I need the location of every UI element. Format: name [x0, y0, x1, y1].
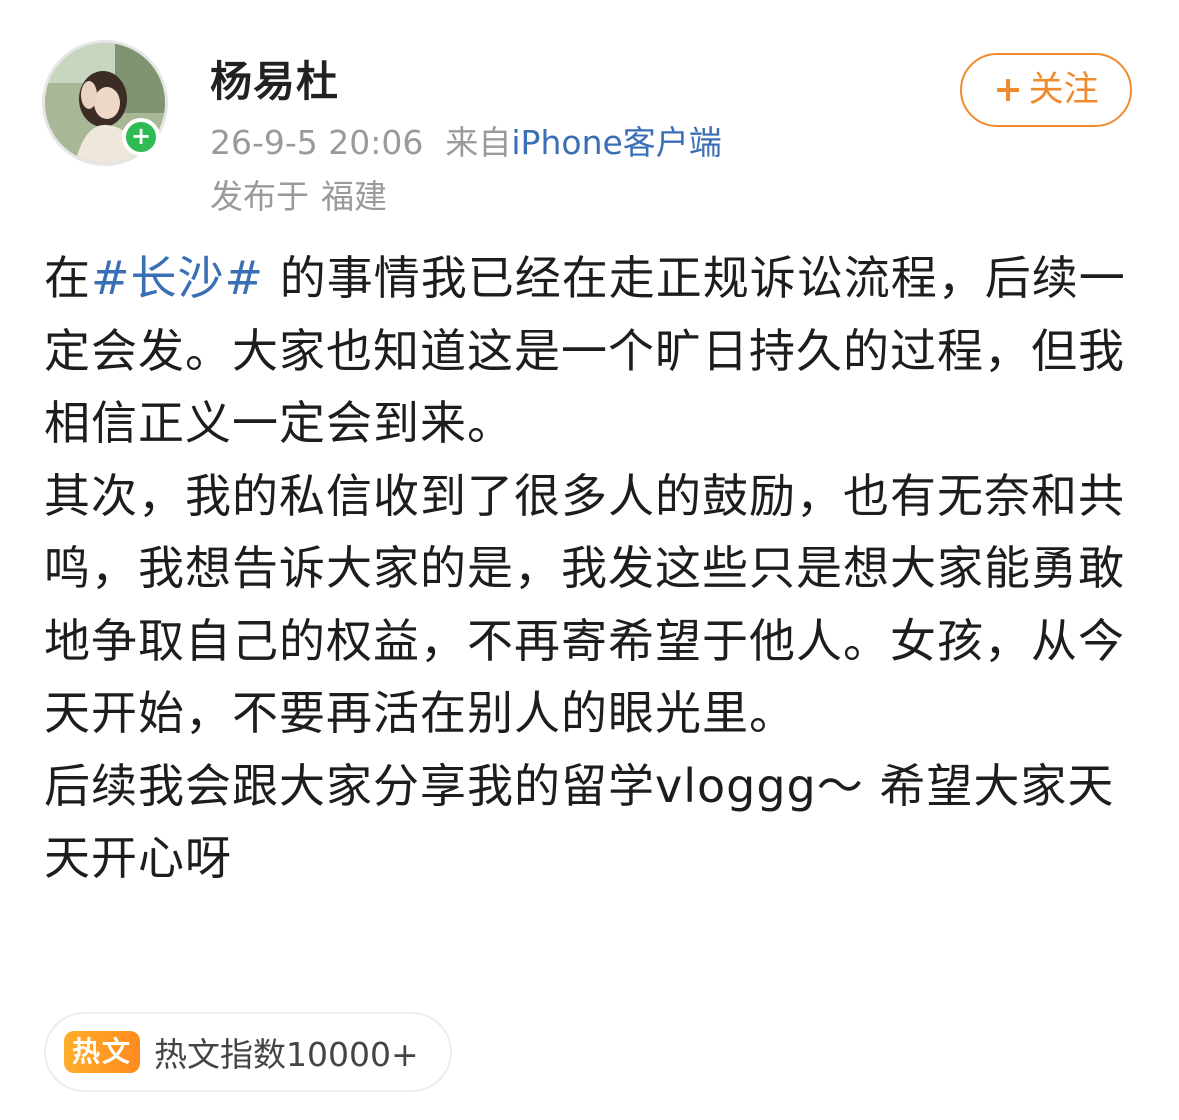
source-link[interactable]: iPhone客户端 — [511, 123, 721, 162]
hot-index-pill[interactable]: 热文 热文指数10000+ — [44, 1012, 452, 1092]
username[interactable]: 杨易杜 — [210, 48, 339, 109]
post-location: 发布于 福建 — [210, 170, 387, 218]
avatar-container[interactable]: + — [42, 40, 168, 166]
post-body: 在#长沙# 的事情我已经在走正规诉讼流程，后续一定会发。大家也知道这是一个旷日持… — [44, 242, 1144, 895]
plus-icon: + — [993, 70, 1023, 110]
hot-tag-icon: 热文 — [64, 1031, 141, 1073]
post-meta: 26-9-5 20:06 来自iPhone客户端 — [210, 116, 722, 164]
source-prefix: 来自 — [445, 123, 512, 162]
follow-button[interactable]: + 关注 — [960, 53, 1132, 127]
post-time: 26-9-5 20:06 — [210, 123, 424, 162]
hashtag-link[interactable]: #长沙# — [91, 251, 264, 305]
post-paragraph-2: 其次，我的私信收到了很多人的鼓励，也有无奈和共鸣，我想告诉大家的是，我发这些只是… — [44, 468, 1125, 741]
weibo-post: + 杨易杜 26-9-5 20:06 来自iPhone客户端 发布于 福建 + 关注 … — [0, 0, 1179, 1120]
location-prefix: 发布于 — [210, 177, 309, 216]
hot-index-text: 热文指数10000+ — [154, 1035, 419, 1074]
post-paragraph-1: 在#长沙# 的事情我已经在走正规诉讼流程，后续一定会发。大家也知道这是一个旷日持… — [44, 242, 1144, 460]
add-icon[interactable]: + — [122, 118, 160, 156]
location-name: 福建 — [321, 177, 387, 216]
paragraph-1-prefix: 在 — [44, 251, 91, 305]
follow-label: 关注 — [1028, 70, 1099, 110]
post-paragraph-3: 后续我会跟大家分享我的留学vloggg～ 希望大家天天开心呀 — [44, 758, 1115, 886]
